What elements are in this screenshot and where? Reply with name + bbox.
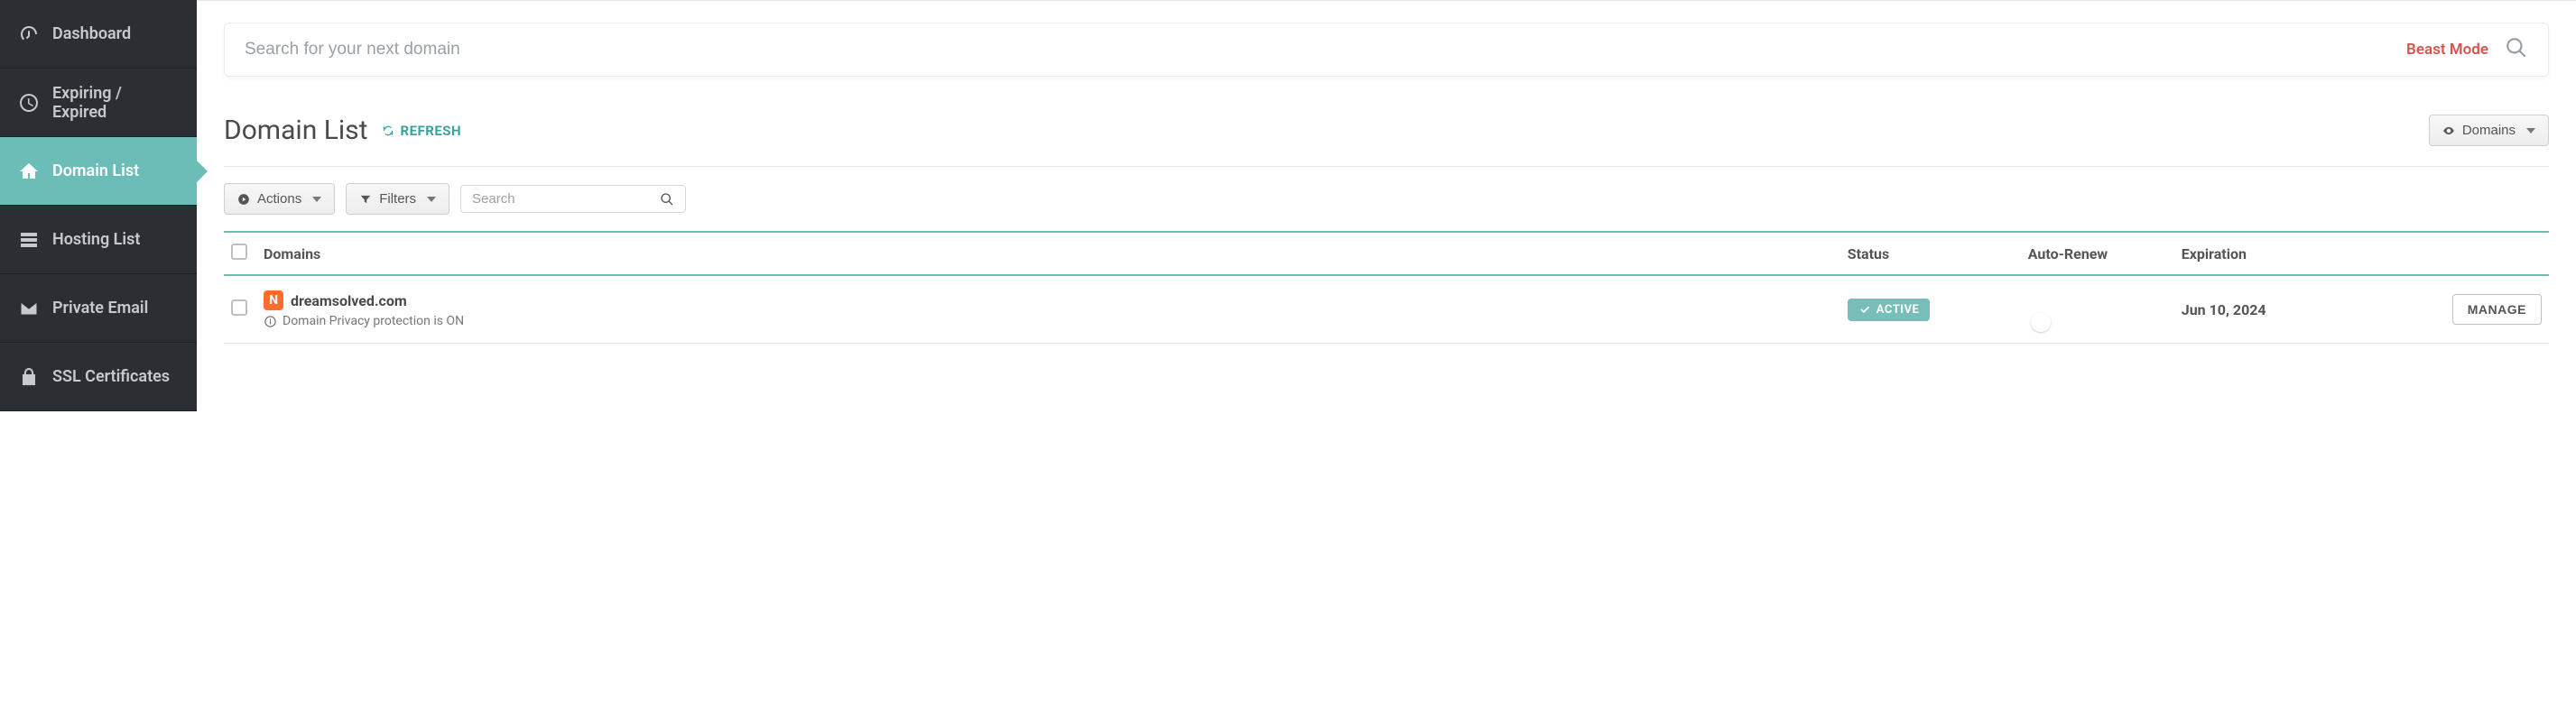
privacy-note: Domain Privacy protection is ON bbox=[283, 314, 464, 328]
clock-icon bbox=[18, 92, 40, 114]
select-all-checkbox[interactable] bbox=[231, 244, 247, 260]
sidebar-item-dashboard[interactable]: Dashboard bbox=[0, 0, 197, 69]
gauge-icon bbox=[18, 23, 40, 45]
row-checkbox[interactable] bbox=[231, 299, 247, 316]
domain-table: Domains Status Auto-Renew Expiration N bbox=[224, 231, 2549, 344]
sidebar-item-ssl[interactable]: SSL Certificates bbox=[0, 343, 197, 411]
sidebar-item-domain-list[interactable]: Domain List bbox=[0, 137, 197, 206]
actions-dropdown[interactable]: Actions bbox=[224, 183, 335, 215]
sidebar-item-label: Domain List bbox=[52, 161, 139, 180]
status-badge: ACTIVE bbox=[1848, 299, 1931, 321]
play-circle-icon bbox=[237, 193, 250, 206]
column-header-expiration: Expiration bbox=[2174, 232, 2445, 275]
column-header-auto-renew: Auto-Renew bbox=[2021, 232, 2174, 275]
filter-icon bbox=[359, 193, 372, 206]
main-content: Beast Mode Domain List REFRESH Domains bbox=[197, 0, 2576, 411]
view-selector-button[interactable]: Domains bbox=[2429, 115, 2549, 146]
sidebar-nav: Dashboard Expiring / Expired Domain List… bbox=[0, 0, 197, 411]
refresh-icon bbox=[382, 124, 394, 137]
filters-dropdown[interactable]: Filters bbox=[346, 183, 449, 215]
sidebar-item-hosting-list[interactable]: Hosting List bbox=[0, 206, 197, 274]
info-icon bbox=[264, 315, 277, 328]
home-icon bbox=[18, 161, 40, 182]
sidebar-item-label: Expiring / Expired bbox=[52, 84, 179, 122]
expiration-date: Jun 10, 2024 bbox=[2182, 301, 2266, 318]
check-icon bbox=[1858, 303, 1871, 316]
beast-mode-link[interactable]: Beast Mode bbox=[2406, 41, 2488, 59]
mail-icon bbox=[18, 298, 40, 319]
sidebar-item-label: Hosting List bbox=[52, 230, 140, 249]
sidebar-item-label: Dashboard bbox=[52, 24, 131, 43]
page-title: Domain List bbox=[224, 115, 367, 146]
domain-search-bar: Beast Mode bbox=[224, 23, 2549, 77]
search-icon[interactable] bbox=[660, 192, 674, 207]
refresh-button[interactable]: REFRESH bbox=[382, 123, 461, 139]
eye-icon bbox=[2442, 124, 2455, 137]
sidebar-item-private-email[interactable]: Private Email bbox=[0, 274, 197, 343]
list-toolbar: Actions Filters bbox=[224, 183, 2549, 215]
sidebar-item-expiring[interactable]: Expiring / Expired bbox=[0, 69, 197, 137]
chevron-down-icon bbox=[312, 197, 321, 202]
chevron-down-icon bbox=[2526, 128, 2535, 133]
lock-icon bbox=[18, 366, 40, 388]
manage-button[interactable]: MANAGE bbox=[2452, 294, 2542, 325]
table-row: N dreamsolved.com Domain Privacy protect… bbox=[224, 275, 2549, 344]
sidebar-item-label: Private Email bbox=[52, 299, 148, 318]
sidebar-item-label: SSL Certificates bbox=[52, 367, 170, 386]
registrar-logo-icon: N bbox=[264, 290, 283, 310]
column-header-domains: Domains bbox=[256, 232, 1840, 275]
search-icon[interactable] bbox=[2505, 36, 2528, 63]
column-header-status: Status bbox=[1840, 232, 2021, 275]
list-search-wrapper bbox=[460, 185, 686, 213]
server-icon bbox=[18, 229, 40, 251]
list-search-input[interactable] bbox=[472, 191, 660, 207]
domain-search-input[interactable] bbox=[245, 40, 2390, 60]
domain-name[interactable]: dreamsolved.com bbox=[291, 292, 407, 309]
chevron-down-icon bbox=[427, 197, 436, 202]
